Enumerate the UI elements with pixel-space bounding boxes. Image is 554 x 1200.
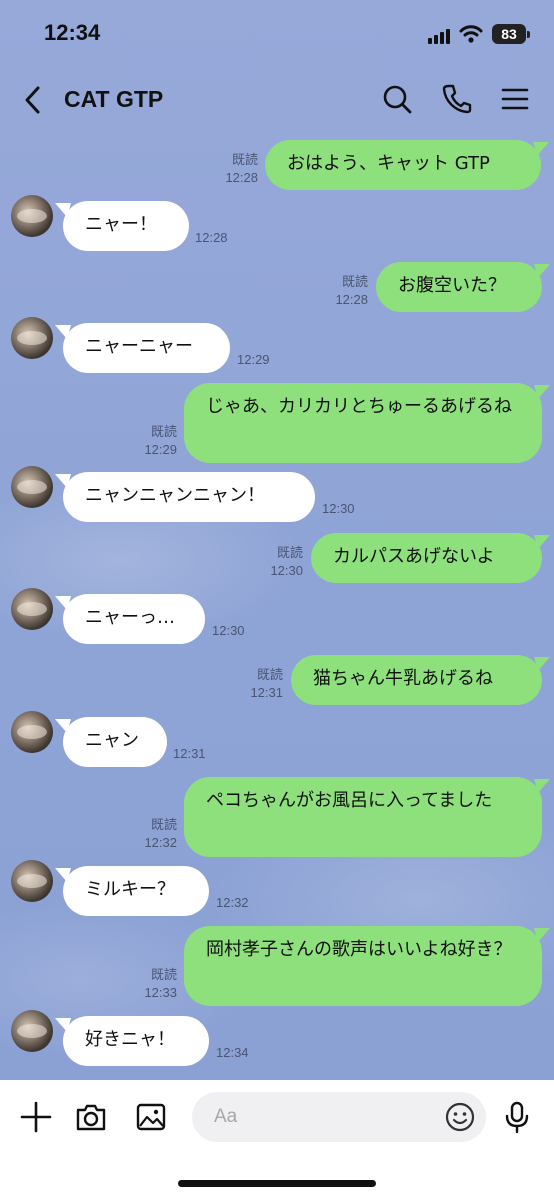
message-time: 12:28 — [335, 292, 368, 307]
message-time: 12:28 — [195, 230, 228, 245]
bubble-tail — [534, 264, 550, 278]
message-meta: 既読 12:33 — [127, 966, 177, 1002]
camera-icon[interactable] — [74, 1100, 108, 1134]
message-meta: 既読 12:28 — [208, 151, 258, 187]
outgoing-message-bubble[interactable]: じゃあ、カリカリとちゅーるあげるね — [184, 383, 550, 463]
message-text: ニャーニャー — [85, 336, 193, 357]
message-text: ニャン — [85, 730, 139, 751]
incoming-message-bubble[interactable]: ニャーニャー — [55, 323, 230, 373]
status-time: 12:34 — [44, 20, 101, 45]
message-input-field[interactable]: Aa — [192, 1092, 486, 1142]
phone-icon[interactable] — [440, 82, 474, 116]
cat-avatar[interactable] — [11, 860, 53, 902]
cat-avatar[interactable] — [11, 711, 53, 753]
battery-icon: 83 — [492, 24, 530, 44]
plus-icon[interactable] — [19, 1100, 53, 1134]
search-icon[interactable] — [380, 82, 414, 116]
bubble-tail — [55, 1018, 71, 1032]
message-text: 猫ちゃん牛乳あげるね — [313, 668, 493, 689]
message-text: ニャーっ… — [85, 607, 175, 628]
wifi-icon — [459, 25, 483, 43]
message-time: 12:29 — [144, 442, 177, 457]
outgoing-message-bubble[interactable]: おはよう、キャット GTP — [265, 140, 549, 190]
message-meta: 既読 12:31 — [233, 666, 283, 702]
bubble-tail — [55, 596, 71, 610]
read-receipt: 既読 — [256, 667, 283, 682]
message-time: 12:30 — [212, 623, 245, 638]
bubble-tail — [534, 928, 550, 942]
message-time: 12:34 — [216, 1045, 249, 1060]
message-meta: 既読 12:30 — [253, 544, 303, 580]
outgoing-message-bubble[interactable]: お腹空いた？ — [376, 262, 550, 312]
bubble-tail — [55, 325, 71, 339]
message-time: 12:30 — [322, 501, 355, 516]
read-receipt: 既読 — [150, 424, 177, 439]
message-time: 12:32 — [144, 835, 177, 850]
incoming-message-bubble[interactable]: ミルキー？ — [55, 866, 209, 916]
home-indicator[interactable] — [178, 1180, 376, 1187]
cat-avatar[interactable] — [11, 466, 53, 508]
cat-avatar[interactable] — [11, 195, 53, 237]
bubble-tail — [55, 474, 71, 488]
bubble-tail — [534, 779, 550, 793]
read-receipt: 既読 — [150, 967, 177, 982]
cat-avatar[interactable] — [11, 588, 53, 630]
outgoing-message-bubble[interactable]: 岡村孝子さんの歌声はいいよね好き？ — [184, 926, 550, 1006]
incoming-message-bubble[interactable]: 好きニャ！ — [55, 1016, 209, 1066]
read-receipt: 既読 — [276, 545, 303, 560]
read-receipt: 既読 — [150, 817, 177, 832]
message-time: 12:28 — [225, 170, 258, 185]
read-receipt: 既読 — [341, 274, 368, 289]
message-text: おはよう、キャット GTP — [287, 153, 490, 174]
message-meta: 既読 12:32 — [127, 816, 177, 852]
bubble-tail — [534, 385, 550, 399]
message-text: じゃあ、カリカリとちゅーるあげるね — [206, 396, 512, 417]
message-time: 12:29 — [237, 352, 270, 367]
incoming-message-bubble[interactable]: ニャーっ… — [55, 594, 205, 644]
outgoing-message-bubble[interactable]: 猫ちゃん牛乳あげるね — [291, 655, 550, 705]
cat-avatar[interactable] — [11, 317, 53, 359]
back-chevron-icon[interactable] — [18, 84, 50, 116]
incoming-message-bubble[interactable]: ニャー！ — [55, 201, 189, 251]
status-bar: 12:34 83 — [0, 0, 554, 70]
microphone-icon[interactable] — [500, 1100, 534, 1134]
message-meta: 既読 12:29 — [127, 423, 177, 459]
outgoing-message-bubble[interactable]: カルパスあげないよ — [311, 533, 550, 583]
message-time: 12:30 — [270, 563, 303, 578]
message-text: ペコちゃんがお風呂に入ってました — [206, 790, 493, 811]
cat-avatar[interactable] — [11, 1010, 53, 1052]
read-receipt: 既読 — [231, 152, 258, 167]
message-time: 12:33 — [144, 985, 177, 1000]
bubble-tail — [55, 719, 71, 733]
message-text: ミルキー？ — [85, 879, 175, 900]
chat-title[interactable]: CAT GTP — [64, 86, 163, 113]
message-time: 12:31 — [250, 685, 283, 700]
incoming-message-bubble[interactable]: ニャン — [55, 717, 167, 767]
bubble-tail — [534, 535, 550, 549]
cellular-signal-icon — [428, 28, 452, 44]
bubble-tail — [534, 657, 550, 671]
incoming-message-bubble[interactable]: ニャンニャンニャン！ — [55, 472, 315, 522]
message-text: お腹空いた？ — [398, 275, 506, 296]
outgoing-message-bubble[interactable]: ペコちゃんがお風呂に入ってました — [184, 777, 550, 857]
emoji-icon[interactable] — [444, 1101, 476, 1133]
message-time: 12:32 — [216, 895, 249, 910]
menu-icon[interactable] — [498, 82, 532, 116]
message-time: 12:31 — [173, 746, 206, 761]
input-placeholder: Aa — [214, 1106, 238, 1127]
bubble-tail — [533, 142, 549, 156]
bubble-tail — [55, 203, 71, 217]
message-text: 岡村孝子さんの歌声はいいよね好き？ — [206, 939, 512, 960]
chat-header: CAT GTP — [0, 72, 554, 128]
message-text: ニャー！ — [85, 214, 157, 235]
message-meta: 既読 12:28 — [318, 273, 368, 309]
message-input-bar: Aa — [0, 1080, 554, 1200]
message-text: 好きニャ！ — [85, 1029, 175, 1050]
message-text: カルパスあげないよ — [333, 546, 495, 567]
bubble-tail — [55, 868, 71, 882]
image-icon[interactable] — [134, 1100, 168, 1134]
message-text: ニャンニャンニャン！ — [85, 485, 265, 506]
